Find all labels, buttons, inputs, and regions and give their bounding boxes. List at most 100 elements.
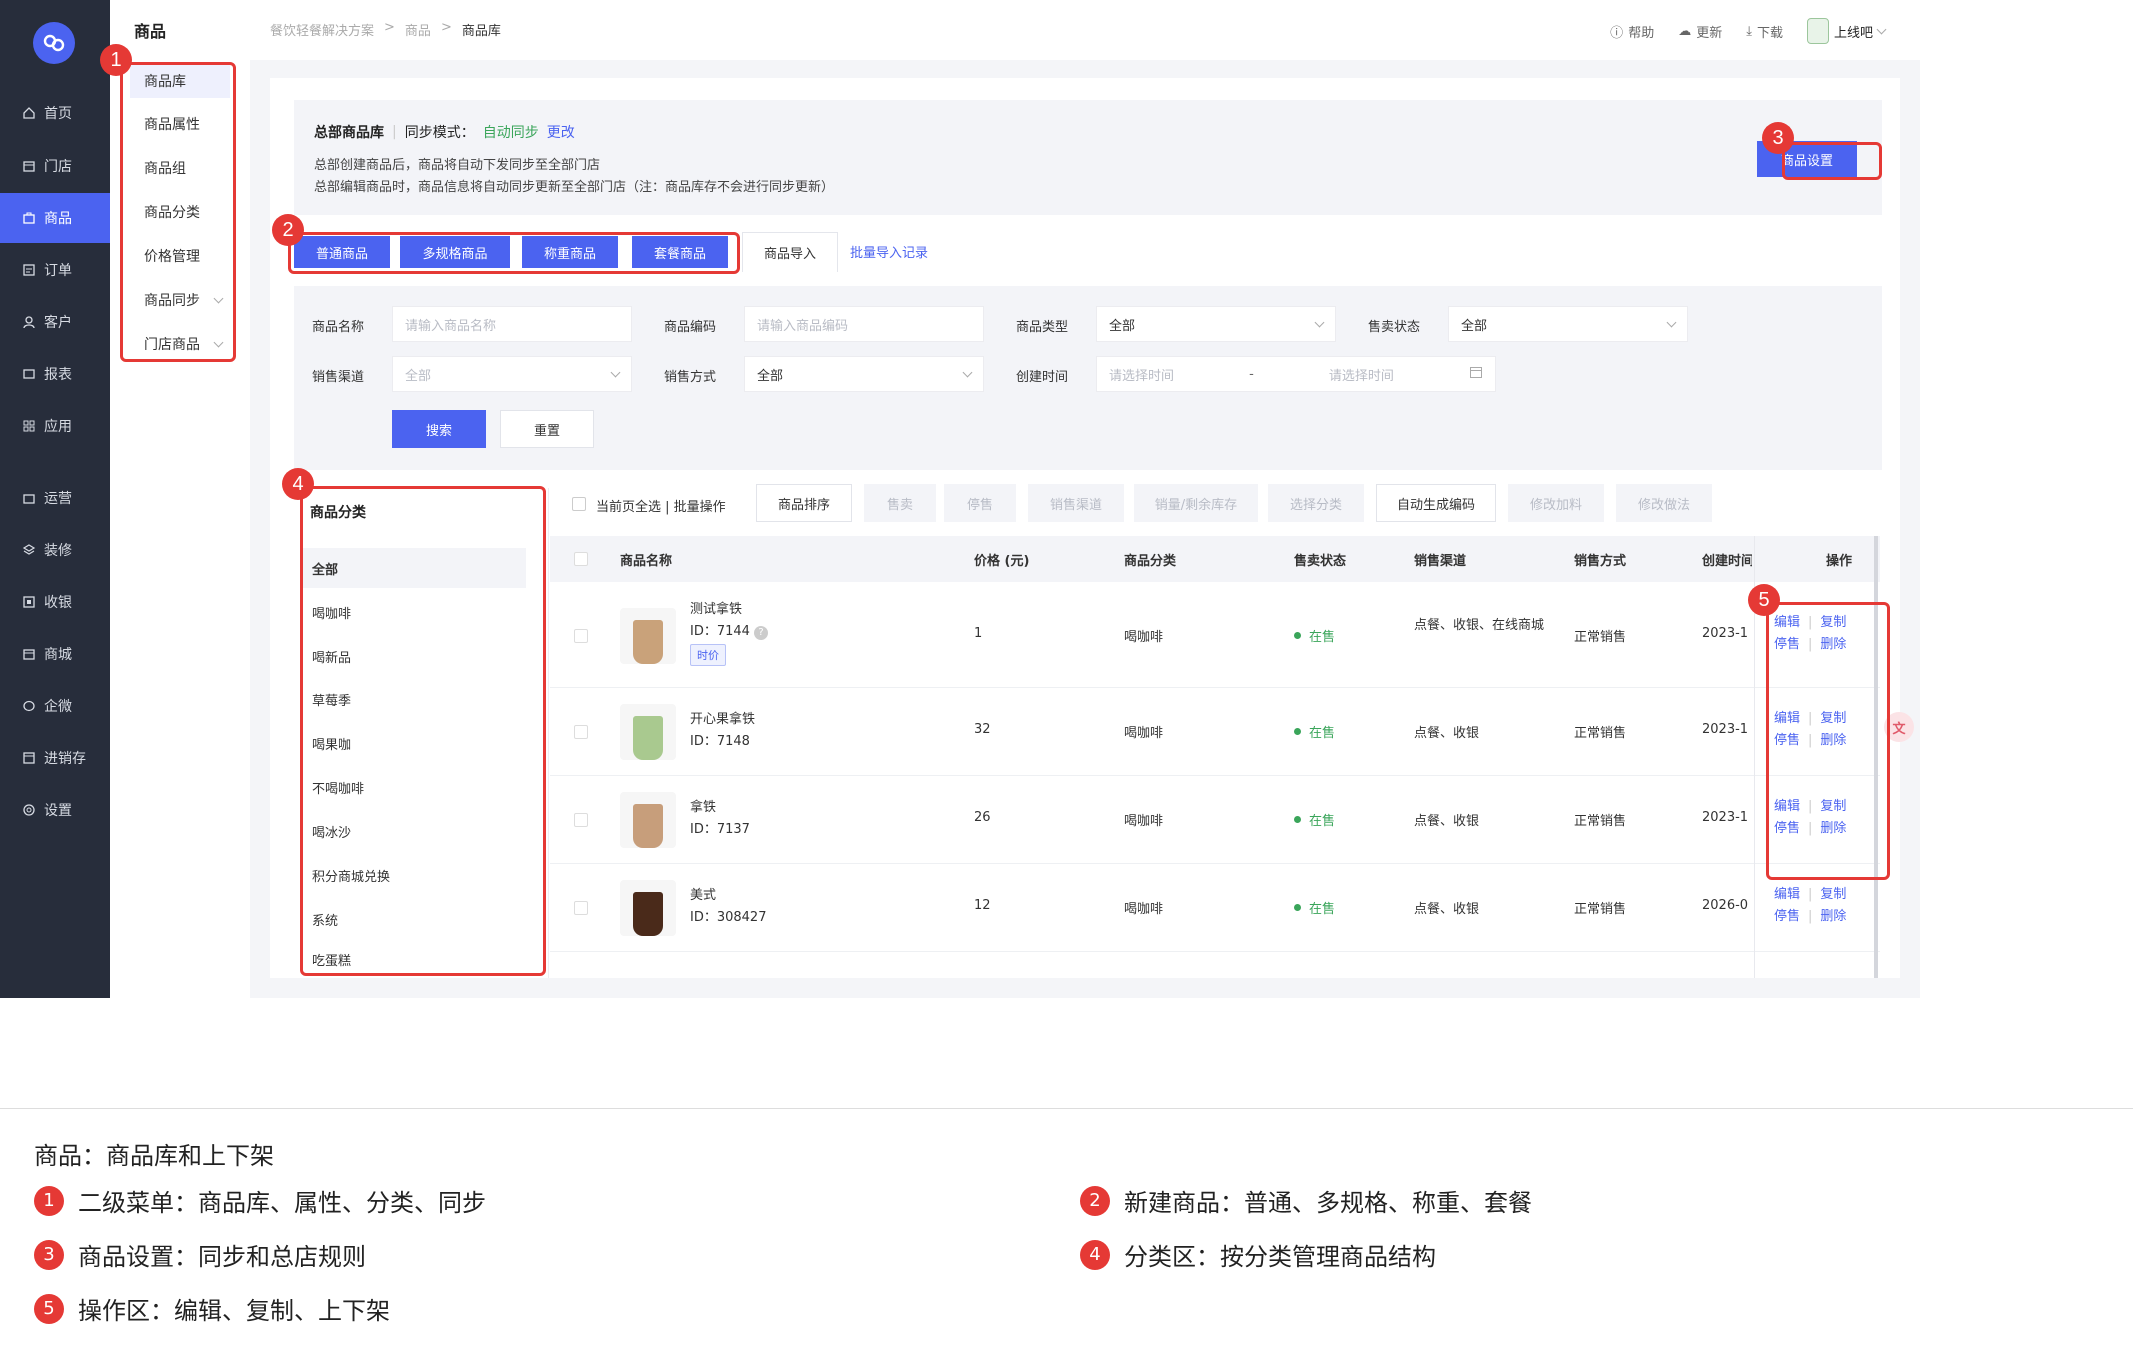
nav-item-decoration[interactable]: 装修 — [0, 525, 110, 575]
batch-addons-button[interactable]: 修改加料 — [1508, 484, 1604, 522]
batch-import-log-link[interactable]: 批量导入记录 — [850, 242, 928, 261]
copy-link[interactable]: 复制 — [1820, 887, 1846, 902]
goods-code-input[interactable]: 请输入商品编码 — [744, 306, 984, 342]
goods-price: 32 — [974, 722, 991, 737]
breadcrumb-current: 商品库 — [461, 24, 501, 39]
batch-sell-button[interactable]: 售卖 — [864, 484, 936, 522]
store-icon — [22, 159, 36, 173]
goods-method: 正常销售 — [1574, 902, 1627, 917]
sync-info-panel: 总部商品库 | 同步模式： 自动同步 更改 总部创建商品后，商品将自动下发同步至… — [294, 100, 1882, 215]
col-sale-status: 售卖状态 — [1294, 554, 1347, 569]
nav-item-settings[interactable]: 设置 — [0, 785, 110, 835]
row-checkbox[interactable] — [574, 901, 588, 915]
goods-import-tab[interactable]: 商品导入 — [742, 232, 838, 272]
nav-item-goods[interactable]: 商品 — [0, 193, 110, 243]
created-time-range-picker[interactable]: 请选择时间 - 请选择时间 — [1096, 356, 1496, 392]
user-icon — [22, 315, 36, 329]
update-button[interactable]: ☁ 更新 — [1678, 22, 1722, 41]
goods-category: 喝咖啡 — [1124, 902, 1164, 917]
row-checkbox[interactable] — [574, 725, 588, 739]
coffee-cup-image — [633, 892, 663, 936]
annotation-box-5 — [1766, 602, 1890, 880]
goods-channel: 点餐、收银 — [1414, 726, 1480, 741]
annotation-box-2 — [288, 232, 740, 274]
auto-generate-code-button[interactable]: 自动生成编码 — [1376, 484, 1496, 522]
shop-switcher[interactable]: 上线吧 — [1806, 18, 1887, 44]
legend-item-2: 2 新建商品：普通、多规格、称重、套餐 — [1080, 1183, 1532, 1218]
nav-item-store[interactable]: 门店 — [0, 141, 110, 191]
goods-type-select[interactable]: 全部 — [1096, 306, 1336, 342]
row-checkbox[interactable] — [574, 629, 588, 643]
status-badge: 在售 — [1294, 722, 1335, 741]
nav-item-customer[interactable]: 客户 — [0, 297, 110, 347]
sync-desc-line-1: 总部创建商品后，商品将自动下发同步至全部门店 — [314, 158, 601, 173]
sales-channel-select[interactable]: 全部 — [392, 356, 632, 392]
nav-item-order[interactable]: 订单 — [0, 245, 110, 295]
goods-category: 喝咖啡 — [1124, 814, 1164, 829]
coffee-cup-image — [633, 716, 663, 760]
goods-price: 1 — [974, 626, 983, 641]
breadcrumb-item[interactable]: 商品 — [405, 20, 431, 39]
delete-link[interactable]: 删除 — [1820, 909, 1846, 924]
status-badge: 在售 — [1294, 626, 1335, 645]
header-checkbox[interactable] — [574, 552, 588, 566]
reset-button[interactable]: 重置 — [500, 410, 594, 448]
divider: | — [392, 124, 397, 140]
coffee-cup-image — [633, 620, 663, 664]
row-actions: 编辑 | 复制 停售 | 删除 — [1774, 887, 1847, 924]
download-icon: ⤓ — [1746, 23, 1752, 39]
goods-thumbnail — [620, 704, 676, 760]
stop-sale-link[interactable]: 停售 — [1774, 909, 1800, 924]
goods-thumbnail — [620, 608, 676, 664]
chevron-down-icon — [1314, 317, 1325, 327]
batch-category-button[interactable]: 选择分类 — [1268, 484, 1364, 522]
legend-item-4: 4 分类区：按分类管理商品结构 — [1080, 1237, 1436, 1272]
goods-created: 2026-0 — [1702, 898, 1749, 913]
batch-channel-button[interactable]: 销售渠道 — [1028, 484, 1124, 522]
annotation-marker-3: 3 — [1762, 122, 1794, 154]
top-toolbar: ⓘ 帮助 ☁ 更新 ⤓ 下载 上线吧 — [1610, 18, 1887, 44]
cashier-icon — [22, 595, 36, 609]
nav-item-cashier[interactable]: 收银 — [0, 577, 110, 627]
breadcrumb-item[interactable]: 餐饮轻餐解决方案 — [270, 20, 374, 39]
apps-icon — [22, 419, 36, 433]
goods-price: 12 — [974, 898, 991, 913]
nav-item-home[interactable]: 首页 — [0, 88, 110, 138]
app-logo[interactable] — [33, 22, 75, 64]
settings-icon — [22, 803, 36, 817]
nav-item-mall[interactable]: 商城 — [0, 629, 110, 679]
search-button[interactable]: 搜索 — [392, 410, 486, 448]
goods-name-input[interactable]: 请输入商品名称 — [392, 306, 632, 342]
batch-stock-button[interactable]: 销量/剩余库存 — [1134, 484, 1258, 522]
sort-goods-button[interactable]: 商品排序 — [756, 484, 852, 522]
row-checkbox[interactable] — [574, 813, 588, 827]
help-button[interactable]: ⓘ 帮助 — [1610, 22, 1654, 41]
batch-method-button[interactable]: 修改做法 — [1616, 484, 1712, 522]
annotation-box-4 — [300, 486, 546, 976]
sale-status-select[interactable]: 全部 — [1448, 306, 1688, 342]
goods-thumbnail — [620, 792, 676, 848]
order-icon — [22, 263, 36, 277]
breadcrumb: 餐饮轻餐解决方案 > 商品 > 商品库 — [270, 20, 501, 39]
batch-stop-button[interactable]: 停售 — [944, 484, 1016, 522]
goods-name: 测试拿铁 — [690, 602, 743, 617]
goods-id: ID：308427 — [690, 910, 767, 925]
table-row: 拿铁 ID：7137 26 喝咖啡 在售 点餐、收银 正常销售 2023-1 — [550, 776, 1880, 864]
change-sync-link[interactable]: 更改 — [547, 122, 575, 142]
edit-link[interactable]: 编辑 — [1774, 887, 1800, 902]
chat-icon — [22, 699, 36, 713]
nav-item-wecom[interactable]: 企微 — [0, 681, 110, 731]
main-sidebar: 首页 门店 商品 订单 客户 报表 应用 运营 装修 收银 商城 企微 进销存 … — [0, 0, 110, 998]
nav-item-apps[interactable]: 应用 — [0, 401, 110, 451]
chevron-down-icon — [1666, 317, 1677, 327]
calendar-icon — [1469, 365, 1483, 383]
download-button[interactable]: ⤓ 下载 — [1746, 22, 1783, 41]
status-dot — [1294, 904, 1301, 911]
table-row: 美式 ID：308427 12 喝咖啡 在售 点餐、收银 正常销售 2026-0 — [550, 864, 1880, 952]
select-all-checkbox[interactable] — [572, 497, 586, 511]
nav-item-inventory[interactable]: 进销存 — [0, 733, 110, 783]
goods-id: ID：7137 — [690, 822, 750, 837]
sales-method-select[interactable]: 全部 — [744, 356, 984, 392]
nav-item-operation[interactable]: 运营 — [0, 473, 110, 523]
nav-item-report[interactable]: 报表 — [0, 349, 110, 399]
